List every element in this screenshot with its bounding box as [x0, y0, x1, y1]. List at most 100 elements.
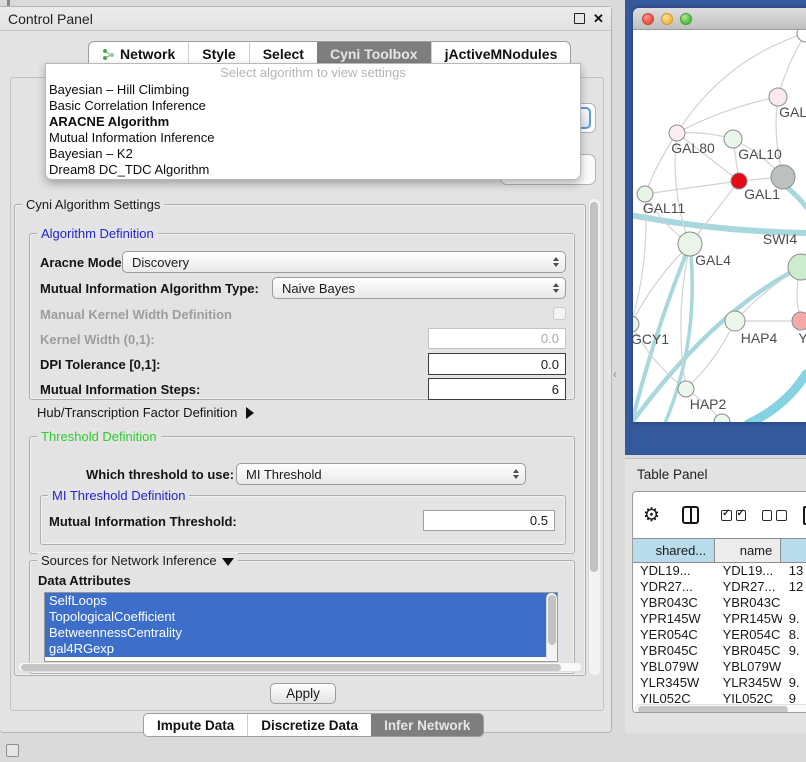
table-horizontal-scrollbar[interactable]: [635, 704, 806, 713]
aracne-mode-combobox[interactable]: Discovery: [122, 251, 566, 273]
data-attribute-item[interactable]: gal4RGexp: [45, 641, 557, 657]
tab-impute-data[interactable]: Impute Data: [144, 714, 247, 736]
table-cell: YDL19...: [633, 563, 716, 579]
data-attribute-item[interactable]: BetweennessCentrality: [45, 625, 557, 641]
data-attributes-list[interactable]: SelfLoopsTopologicalCoefficientBetweenne…: [44, 592, 558, 662]
data-attributes-label: Data Attributes: [38, 573, 131, 588]
dpi-tolerance-label: DPI Tolerance [0,1]:: [40, 357, 160, 372]
attributes-scrollbar-thumb[interactable]: [548, 595, 556, 645]
manual-kernel-width-checkbox[interactable]: [553, 307, 566, 320]
algorithm-option[interactable]: Bayesian – K2: [46, 146, 580, 162]
table-cell: YDR27...: [716, 579, 782, 595]
table-cell: 8.: [782, 627, 806, 643]
kernel-width-field[interactable]: 0.0: [428, 328, 566, 349]
network-node-gal80[interactable]: [669, 125, 685, 141]
mi-steps-field[interactable]: 6: [428, 378, 566, 400]
network-node-y[interactable]: [792, 312, 806, 330]
network-node-label: GAL2: [779, 104, 806, 120]
table-cell: YLR345W: [716, 675, 782, 691]
table-cell: YBR043C: [633, 595, 716, 611]
network-node[interactable]: [797, 30, 806, 42]
panel-divider-handle[interactable]: ‹: [613, 366, 621, 382]
table-row[interactable]: YBR045CYBR045C9.: [633, 643, 806, 659]
mi-algorithm-type-combobox[interactable]: Naive Bayes: [272, 277, 566, 299]
settings-vertical-scrollbar[interactable]: [588, 199, 600, 675]
sources-legend-label: Sources for Network Inference: [41, 553, 217, 568]
network-node-label: GAL10: [738, 146, 782, 162]
network-window-titlebar[interactable]: [633, 8, 806, 30]
gear-icon[interactable]: ⚙: [643, 504, 660, 527]
network-edge[interactable]: [748, 374, 806, 422]
network-edge[interactable]: [677, 97, 778, 133]
data-attribute-item[interactable]: SelfLoops: [45, 593, 557, 609]
mi-threshold-label: Mutual Information Threshold:: [49, 514, 237, 529]
control-panel-titlebar: Control Panel ✕: [0, 7, 611, 31]
data-attribute-item[interactable]: TopologicalCoefficient: [45, 609, 557, 625]
close-panel-icon[interactable]: ✕: [593, 13, 604, 24]
close-traffic-light-icon[interactable]: [642, 13, 654, 25]
sources-legend[interactable]: Sources for Network Inference: [37, 553, 238, 568]
float-window-icon[interactable]: [574, 13, 585, 24]
algorithm-option[interactable]: Basic Correlation Inference: [46, 98, 580, 114]
table-row[interactable]: YBR043CYBR043C: [633, 595, 806, 611]
table-cell: YER054C: [633, 627, 716, 643]
settings-horizontal-scrollbar[interactable]: [18, 662, 582, 672]
table-cell: YBR043C: [716, 595, 782, 611]
dpi-tolerance-field[interactable]: 0.0: [428, 353, 566, 375]
network-node-label: Y: [798, 330, 806, 346]
attributes-list-scrollbar[interactable]: [546, 593, 557, 661]
network-node-label: GAL1: [744, 186, 780, 202]
apply-button[interactable]: Apply: [270, 683, 336, 704]
mi-threshold-value: 0.5: [530, 513, 548, 528]
network-node-hap2[interactable]: [678, 381, 694, 397]
mi-algorithm-type-label: Mutual Information Algorithm Type:: [40, 281, 259, 296]
algorithm-option[interactable]: Bayesian – Hill Climbing: [46, 82, 580, 98]
network-edge[interactable]: [645, 181, 739, 194]
table-row[interactable]: YBL079WYBL079W: [633, 659, 806, 675]
which-threshold-label: Which threshold to use:: [86, 467, 234, 482]
network-view-panel: GAL2GAL80GAL10GAL1GAL11SWI4GAL4GCY1HAP4Y…: [625, 0, 806, 455]
mi-threshold-definition-legend: MI Threshold Definition: [48, 488, 189, 503]
table-row[interactable]: YDL19...YDL19...13: [633, 563, 806, 579]
network-node-gcy1[interactable]: [633, 316, 639, 332]
column-header-col2[interactable]: [781, 539, 806, 562]
table-cell: YDL19...: [716, 563, 782, 579]
checked-box-icon[interactable]: [721, 510, 731, 521]
algorithm-option[interactable]: Mutual Information Inference: [46, 130, 580, 146]
table-row[interactable]: YLR345WYLR345W9.: [633, 675, 806, 691]
table-row[interactable]: YDR27...YDR27...12: [633, 579, 806, 595]
hub-definition-expander[interactable]: Hub/Transcription Factor Definition: [37, 405, 254, 420]
network-node-label: HAP4: [741, 330, 778, 346]
column-header-shared...[interactable]: shared...: [633, 539, 715, 562]
zoom-traffic-light-icon[interactable]: [680, 13, 692, 25]
aracne-mode-value: Discovery: [132, 255, 189, 270]
collapsed-panel-icon[interactable]: [6, 744, 19, 757]
minimize-traffic-light-icon[interactable]: [661, 13, 673, 25]
tab-discretize-data[interactable]: Discretize Data: [247, 714, 371, 736]
network-node-label: HAP2: [690, 396, 727, 412]
mi-threshold-field[interactable]: 0.5: [423, 510, 555, 531]
table-cell: 12: [782, 579, 806, 595]
table-cell: YBR045C: [716, 643, 782, 659]
table-row[interactable]: YER054CYER054C8.: [633, 627, 806, 643]
column-header-name[interactable]: name: [715, 539, 781, 562]
expand-right-icon: [246, 407, 254, 419]
cyni-algorithm-settings-legend: Cyni Algorithm Settings: [22, 197, 164, 212]
settings-hscrollbar-thumb[interactable]: [21, 664, 561, 671]
network-node-swi4[interactable]: [788, 254, 806, 280]
table-row[interactable]: YPR145WYPR145W9.: [633, 611, 806, 627]
network-edge[interactable]: [778, 33, 806, 97]
table-hscrollbar-thumb[interactable]: [638, 706, 788, 713]
columns-icon[interactable]: [682, 506, 699, 524]
network-canvas[interactable]: GAL2GAL80GAL10GAL1GAL11SWI4GAL4GCY1HAP4Y…: [633, 30, 806, 422]
unchecked-box-icon[interactable]: [776, 510, 786, 521]
tab-infer-network[interactable]: Infer Network: [371, 714, 483, 736]
algorithm-option[interactable]: ARACNE Algorithm: [46, 114, 580, 130]
checked-box-icon[interactable]: [736, 510, 746, 521]
kernel-width-label: Kernel Width (0,1):: [40, 332, 155, 347]
network-node-hap4[interactable]: [725, 311, 745, 331]
settings-vscrollbar-thumb[interactable]: [590, 202, 598, 572]
which-threshold-combobox[interactable]: MI Threshold: [236, 463, 526, 485]
unchecked-box-icon[interactable]: [762, 510, 772, 521]
algorithm-option[interactable]: Dream8 DC_TDC Algorithm: [46, 162, 580, 178]
